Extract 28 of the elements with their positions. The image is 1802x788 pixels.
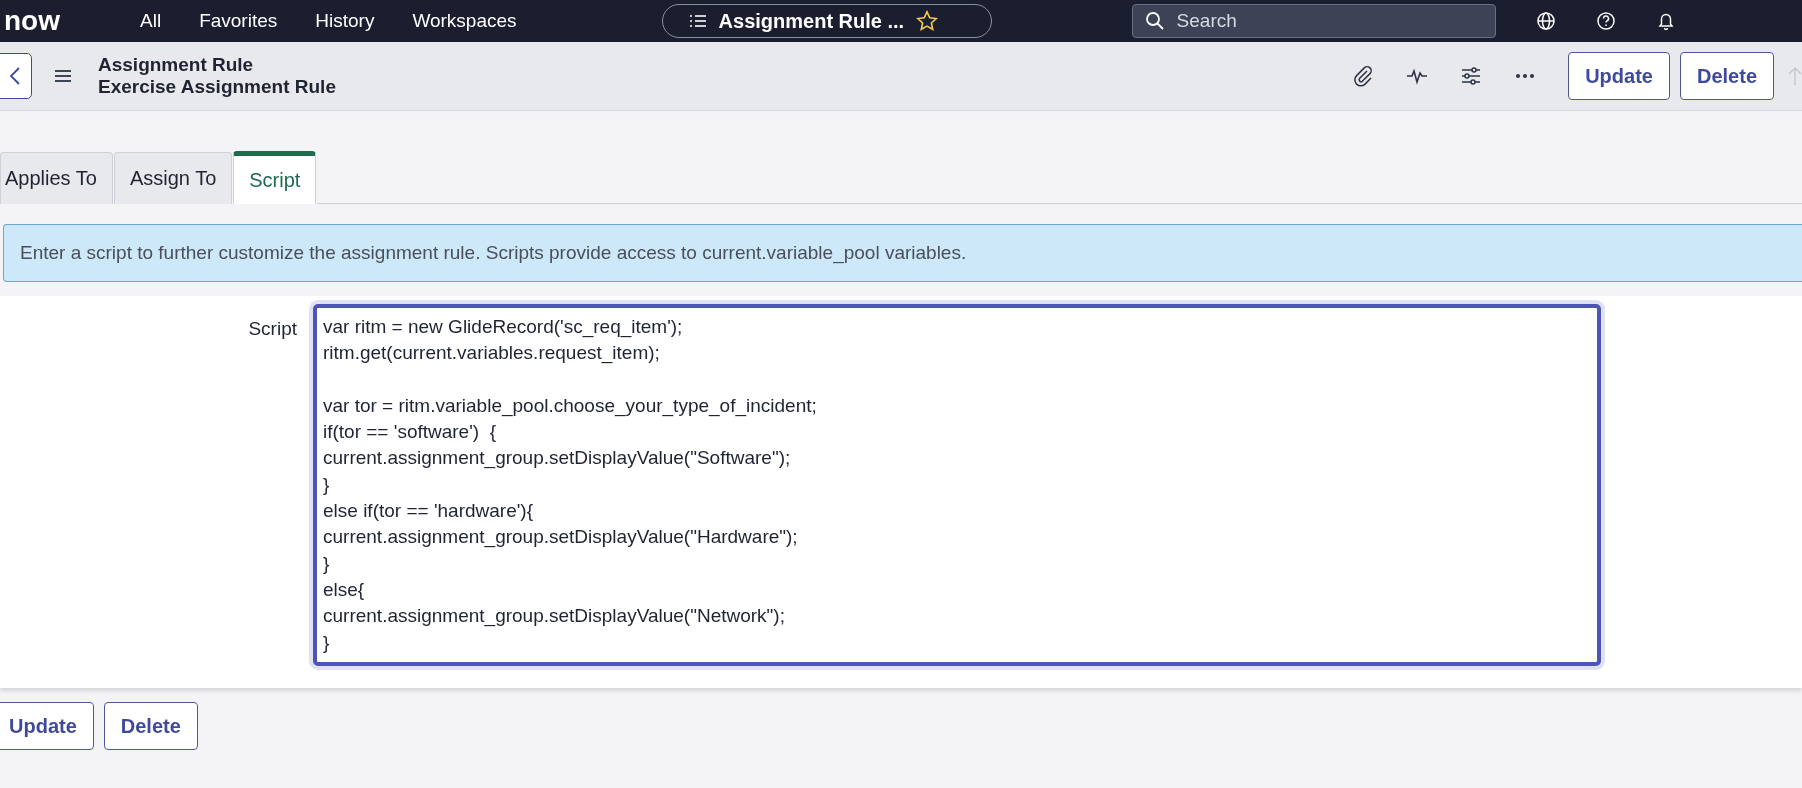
- info-message: Enter a script to further customize the assignment rule. Scripts provide access to current.variable_pool variables.: [20, 242, 967, 264]
- nav-menu-item[interactable]: Favorites: [199, 10, 278, 32]
- nav-menu-item[interactable]: All: [140, 10, 162, 32]
- form-tab[interactable]: Script: [233, 151, 317, 204]
- menu-icon[interactable]: [54, 69, 72, 83]
- nav-menu-item[interactable]: History: [315, 10, 375, 32]
- context-title: Assignment Rule ...: [718, 9, 905, 33]
- paperclip-icon[interactable]: [1352, 65, 1375, 87]
- form-tab[interactable]: Applies To: [0, 152, 113, 204]
- search-field[interactable]: Search: [1131, 4, 1496, 38]
- logo-text[interactable]: now: [4, 5, 104, 37]
- header-action-button[interactable]: Delete: [1679, 52, 1774, 100]
- help-icon[interactable]: [1595, 11, 1616, 31]
- record-name: Exercise Assignment Rule: [98, 76, 336, 98]
- header-action-button[interactable]: Update: [1568, 52, 1670, 100]
- globe-icon[interactable]: [1535, 11, 1556, 31]
- record-type: Assignment Rule: [98, 54, 255, 76]
- back-button[interactable]: [0, 53, 32, 99]
- form-action-button[interactable]: Delete: [103, 702, 198, 750]
- form-action-button[interactable]: Update: [0, 702, 94, 750]
- form-tab[interactable]: Assign To: [113, 152, 233, 204]
- chevron-left-icon: [9, 66, 21, 86]
- field-label: Script: [247, 318, 297, 340]
- list-icon: [688, 14, 707, 28]
- script-field[interactable]: var ritm = new GlideRecord('sc_req_item'); ritm.get(current.variables.request_item); var tor = ritm.variable_pool.choose_your_type_of_incident; if(tor == 'software') { current.assignment_group.setDisplayValue("Software"); } else if(tor == 'hardware'){ current.assignment_group.setDisplayValue("Hardware"); } else{ current.assignment_group.setDisplayValue("Network"); }: [313, 304, 1601, 666]
- star-icon[interactable]: [916, 10, 939, 32]
- nav-menu-item[interactable]: Workspaces: [412, 10, 517, 32]
- sliders-icon[interactable]: [1460, 65, 1483, 87]
